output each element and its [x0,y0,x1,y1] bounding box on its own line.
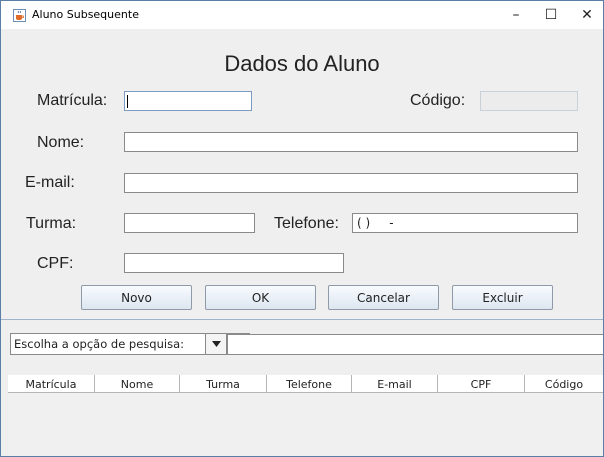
codigo-label: Código: [410,92,466,109]
window-title: Aluno Subsequente [32,8,139,21]
cancelar-button[interactable]: Cancelar [328,285,439,310]
close-button[interactable]: ✕ [567,1,604,29]
nome-label: Nome: [37,134,85,151]
page-title: Dados do Aluno [224,51,380,76]
cpf-label: CPF: [37,255,74,272]
app-window: Aluno Subsequente – ☐ ✕ Dados do Aluno M… [0,0,604,457]
telefone-mask: ( ) - [357,216,394,230]
nome-input[interactable] [124,132,578,152]
telefone-input[interactable]: ( ) - [352,213,578,233]
minimize-button[interactable]: – [496,1,536,29]
column-header-cpf[interactable]: CPF [438,375,525,393]
cpf-input[interactable] [124,253,344,273]
column-header-telefone[interactable]: Telefone [267,375,352,393]
column-header-matricula[interactable]: Matrícula [8,375,95,393]
matricula-input[interactable] [124,91,252,111]
maximize-button[interactable]: ☐ [531,1,571,29]
maximize-icon: ☐ [544,7,558,23]
email-input[interactable] [124,173,578,193]
turma-label: Turma: [26,215,77,232]
turma-input[interactable] [124,213,255,233]
excluir-button[interactable]: Excluir [452,285,553,310]
search-input[interactable] [227,334,603,355]
ok-button[interactable]: OK [205,285,316,310]
column-header-email[interactable]: E-mail [352,375,438,393]
novo-button[interactable]: Novo [81,285,192,310]
table-header: Matrícula Nome Turma Telefone E-mail CPF… [8,375,603,393]
text-caret [127,95,128,108]
column-header-turma[interactable]: Turma [180,375,267,393]
column-header-codigo[interactable]: Código [525,375,603,393]
close-icon: ✕ [581,7,593,23]
title-bar[interactable]: Aluno Subsequente – ☐ ✕ [1,1,603,29]
codigo-input[interactable] [480,91,578,111]
minimize-icon: – [512,7,520,23]
matricula-label: Matrícula: [37,92,108,109]
section-divider [1,319,603,320]
search-option-value: Escolha a opção de pesquisa: [14,337,184,351]
students-table[interactable]: Matrícula Nome Turma Telefone E-mail CPF… [8,375,603,456]
dropdown-button[interactable] [205,333,227,355]
column-header-nome[interactable]: Nome [95,375,180,393]
telefone-label: Telefone: [274,215,339,232]
java-cup-icon [13,9,26,22]
email-label: E-mail: [25,174,75,191]
chevron-down-icon [211,341,221,347]
search-option-select[interactable]: Escolha a opção de pesquisa: [10,333,250,355]
form-panel: Dados do Aluno Matrícula: Código: Nome: … [1,29,603,456]
